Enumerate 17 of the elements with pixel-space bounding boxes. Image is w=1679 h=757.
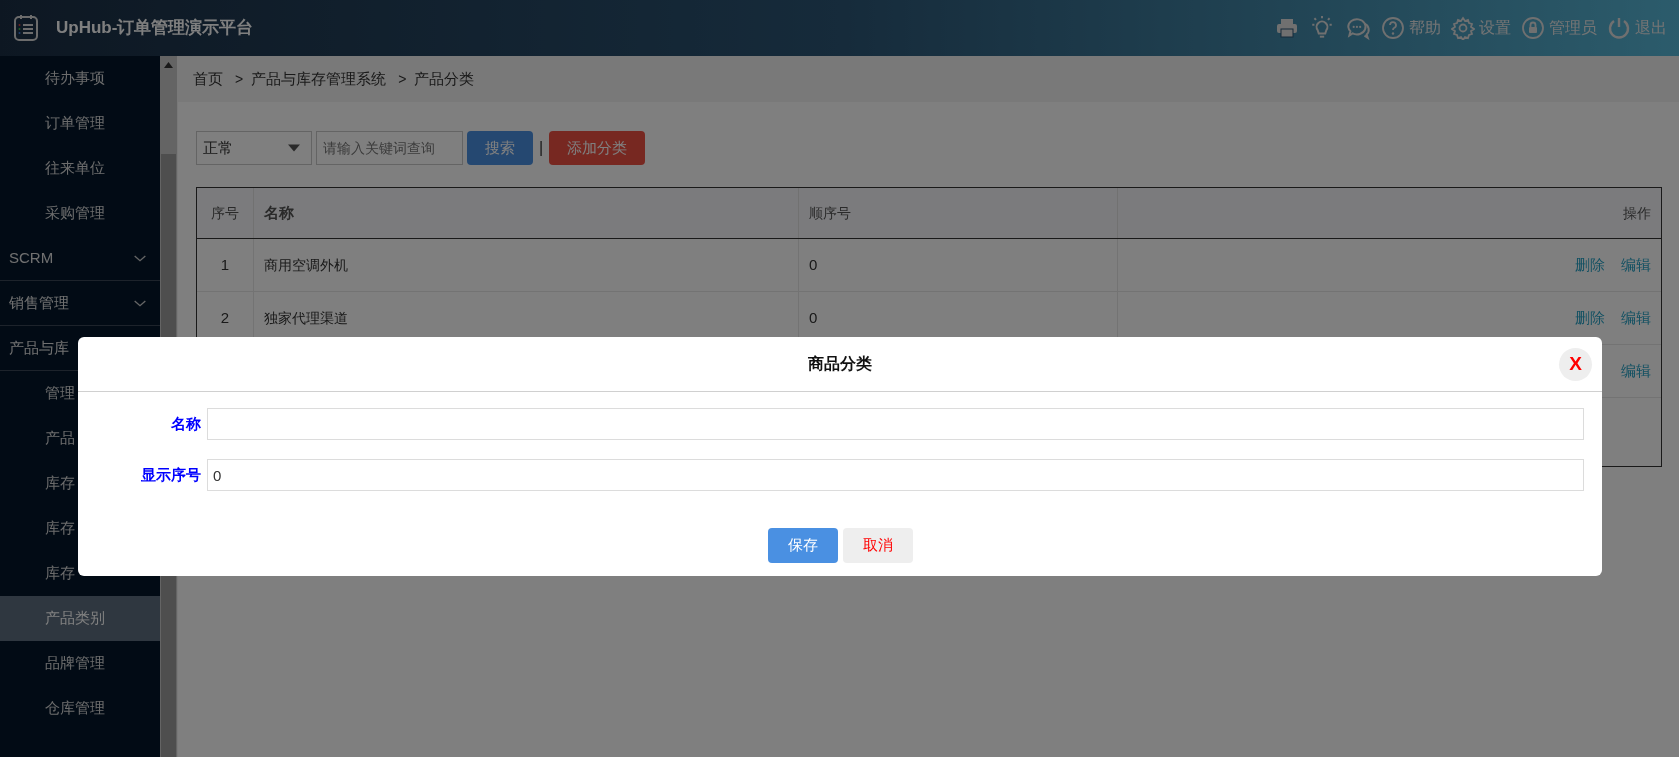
- field-label: 显示序号: [140, 464, 202, 485]
- dialog-title: 商品分类: [808, 354, 872, 374]
- breadcrumb-separator: >: [398, 69, 407, 89]
- table-cell-text: 2: [220, 307, 230, 328]
- table-cell-text: 1: [220, 254, 230, 275]
- column-header: 序号: [211, 203, 239, 223]
- field-label: 名称: [170, 413, 202, 434]
- column-header: 顺序号: [809, 203, 851, 223]
- column-header: 名称: [264, 202, 294, 223]
- table-cell-text: 0: [809, 254, 818, 275]
- app-title: UpHub-订单管理演示平台: [56, 17, 254, 40]
- table-cell-text: 0: [809, 307, 818, 328]
- table-cell-text: 商用空调外机: [264, 255, 348, 275]
- column-header: 操作: [1623, 203, 1651, 223]
- table-cell-text: 独家代理渠道: [264, 308, 348, 328]
- toolbar-separator: |: [539, 138, 544, 158]
- breadcrumb-separator: >: [235, 69, 244, 89]
